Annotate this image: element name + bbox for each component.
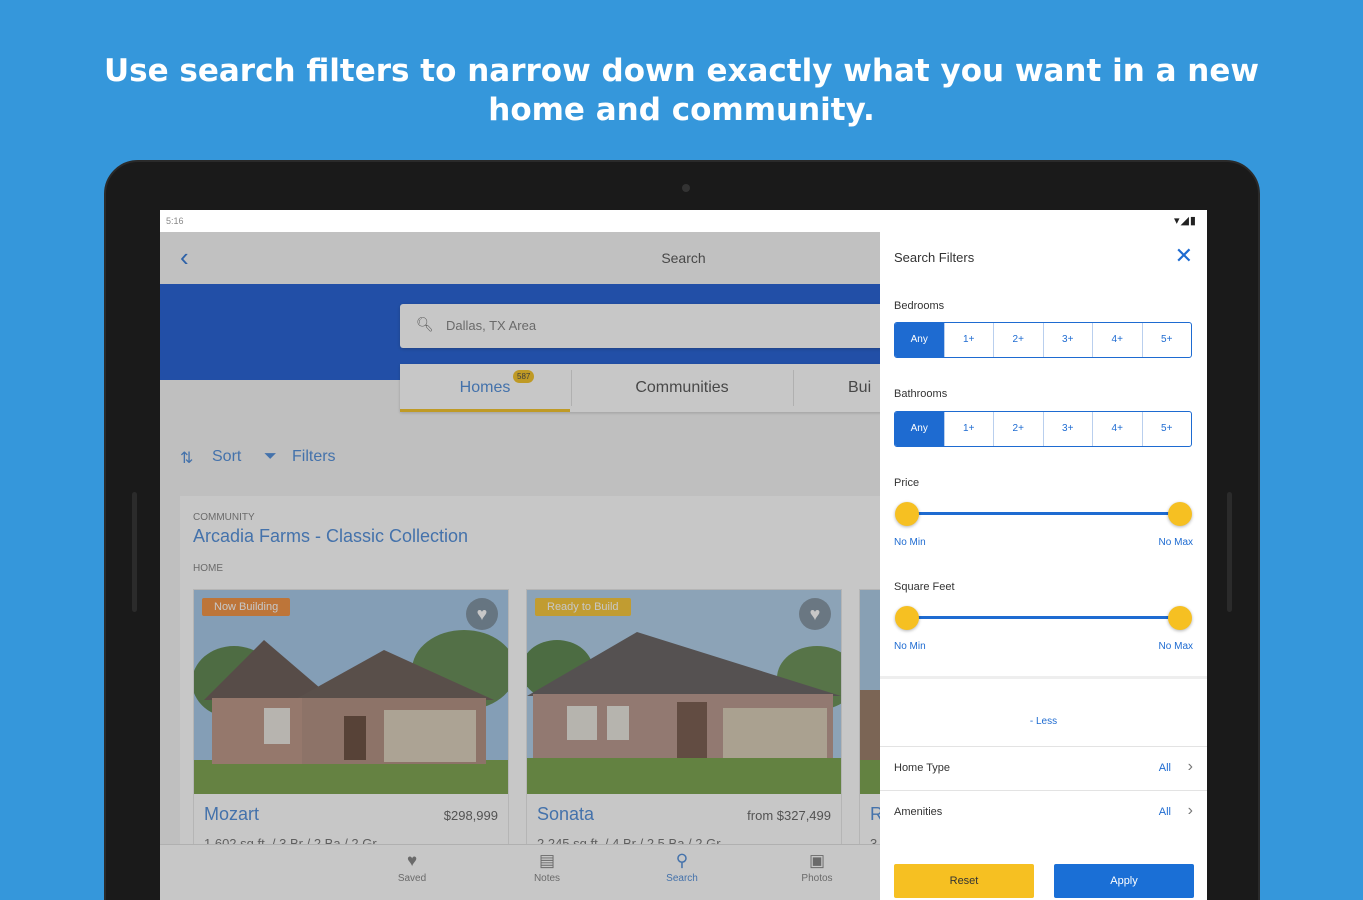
tablet-side-left <box>132 492 137 612</box>
headline: Use search filters to narrow down exactl… <box>103 53 1260 128</box>
bathrooms-option[interactable]: 2+ <box>994 412 1044 446</box>
price-min-value: No Min <box>894 537 926 548</box>
bedrooms-option[interactable]: 3+ <box>1044 323 1093 357</box>
price-slider-track[interactable] <box>906 512 1180 515</box>
home-type-value[interactable]: All <box>1159 762 1171 774</box>
amenities-value[interactable]: All <box>1159 806 1171 818</box>
scrim-overlay[interactable] <box>160 232 880 900</box>
price-min-handle[interactable] <box>895 502 919 526</box>
sqft-min-value: No Min <box>894 641 926 652</box>
reset-button[interactable]: Reset <box>894 864 1034 898</box>
chevron-right-icon[interactable]: › <box>1188 802 1193 820</box>
bathrooms-option[interactable]: 1+ <box>945 412 994 446</box>
price-label: Price <box>894 477 920 489</box>
home-type-label[interactable]: Home Type <box>894 762 950 774</box>
device-screen: 5:16 ▾◢▮ ‹ Search 🔍︎ Dallas, TX Area Hom… <box>160 210 1207 900</box>
bedrooms-option[interactable]: 2+ <box>994 323 1044 357</box>
status-icons: ▾◢▮ <box>1173 215 1197 227</box>
sqft-min-handle[interactable] <box>895 606 919 630</box>
bedrooms-label: Bedrooms <box>894 300 945 312</box>
search-filters-drawer: Search Filters ✕ Bedrooms Any 1+ 2+ 3+ 4… <box>880 232 1207 900</box>
apply-button[interactable]: Apply <box>1054 864 1194 898</box>
section-divider <box>880 746 1207 747</box>
bedrooms-option[interactable]: 5+ <box>1143 323 1192 357</box>
drawer-title: Search Filters <box>894 250 975 265</box>
bedrooms-option[interactable]: Any <box>895 323 945 357</box>
bathrooms-selector: Any 1+ 2+ 3+ 4+ 5+ <box>894 411 1192 447</box>
status-bar: 5:16 ▾◢▮ <box>160 210 1207 232</box>
close-icon[interactable]: ✕ <box>1175 244 1193 268</box>
sqft-max-value: No Max <box>1158 641 1193 652</box>
price-max-handle[interactable] <box>1168 502 1192 526</box>
status-time: 5:16 <box>166 216 184 226</box>
amenities-label[interactable]: Amenities <box>894 806 942 818</box>
sqft-max-handle[interactable] <box>1168 606 1192 630</box>
bedrooms-selector: Any 1+ 2+ 3+ 4+ 5+ <box>894 322 1192 358</box>
sqft-slider-track[interactable] <box>906 616 1180 619</box>
bathrooms-option[interactable]: 4+ <box>1093 412 1143 446</box>
price-max-value: No Max <box>1158 537 1193 548</box>
show-less-link[interactable]: - Less <box>880 716 1207 727</box>
bathrooms-option[interactable]: Any <box>895 412 945 446</box>
camera-dot <box>682 184 690 192</box>
section-divider <box>880 676 1207 679</box>
square-feet-label: Square Feet <box>894 581 955 593</box>
bathrooms-label: Bathrooms <box>894 388 948 400</box>
bathrooms-option[interactable]: 5+ <box>1143 412 1192 446</box>
section-divider <box>880 790 1207 791</box>
tablet-side-right <box>1227 492 1232 612</box>
bedrooms-option[interactable]: 4+ <box>1093 323 1143 357</box>
chevron-right-icon[interactable]: › <box>1188 758 1193 776</box>
bathrooms-option[interactable]: 3+ <box>1044 412 1093 446</box>
bedrooms-option[interactable]: 1+ <box>945 323 994 357</box>
